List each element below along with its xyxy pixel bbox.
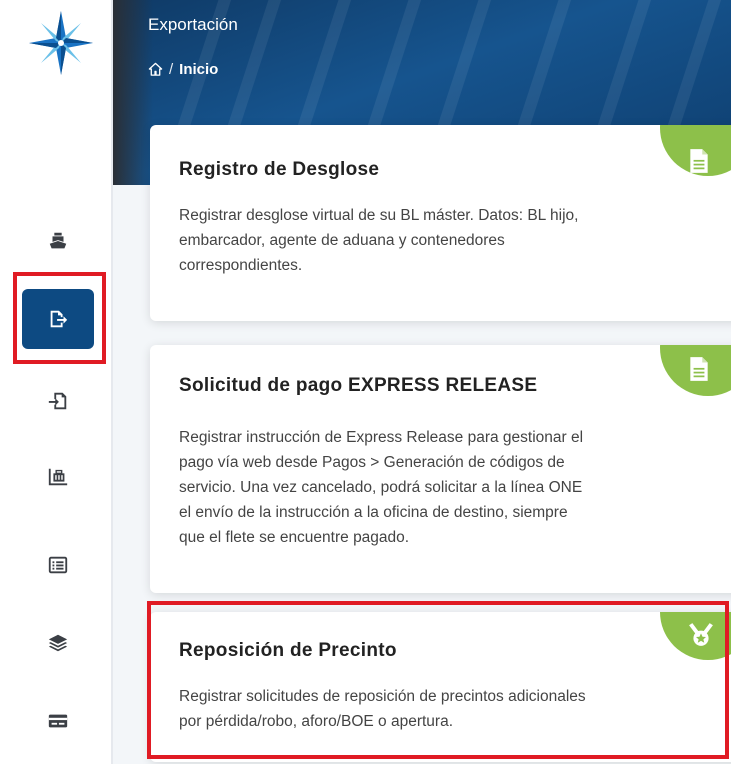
document-icon: [690, 357, 708, 381]
sidebar-item-ship[interactable]: [18, 210, 98, 272]
sidebar: [0, 0, 113, 764]
sidebar-item-layers[interactable]: [18, 612, 98, 674]
card-description: Registrar desglose virtual de su BL mást…: [179, 207, 579, 274]
cargo-trolley-icon: [48, 468, 68, 486]
page-title: Exportación: [148, 15, 238, 34]
card-registro-desglose[interactable]: Registro de Desglose Registrar desglose …: [150, 125, 731, 321]
sidebar-item-import[interactable]: [18, 370, 98, 432]
breadcrumb-separator: /: [169, 61, 174, 78]
card-description: Registrar instrucción de Express Release…: [179, 429, 584, 546]
document-icon: [690, 149, 708, 173]
import-icon: [48, 392, 67, 410]
card-icon: [48, 714, 68, 728]
badge: [660, 345, 731, 396]
list-icon: [48, 556, 68, 574]
highlight-export-nav: [13, 272, 106, 364]
ship-icon: [49, 232, 67, 249]
card-express-release[interactable]: Solicitud de pago EXPRESS RELEASE Regist…: [150, 345, 731, 593]
compass-logo-icon[interactable]: [26, 8, 96, 78]
badge: [660, 125, 731, 176]
main-content: Exportación / Inicio Registro de Desglos…: [113, 0, 731, 764]
card-title: Registro de Desglose: [179, 159, 380, 180]
highlight-reposicion-card: [147, 601, 729, 759]
sidebar-item-list[interactable]: [18, 534, 98, 596]
layers-icon: [48, 634, 68, 652]
breadcrumb: / Inicio: [148, 61, 218, 78]
breadcrumb-current[interactable]: Inicio: [179, 61, 218, 78]
sidebar-item-card[interactable]: [18, 690, 98, 752]
sidebar-item-cargo[interactable]: [18, 446, 98, 508]
home-icon[interactable]: [148, 62, 163, 77]
card-title: Solicitud de pago EXPRESS RELEASE: [179, 375, 538, 396]
